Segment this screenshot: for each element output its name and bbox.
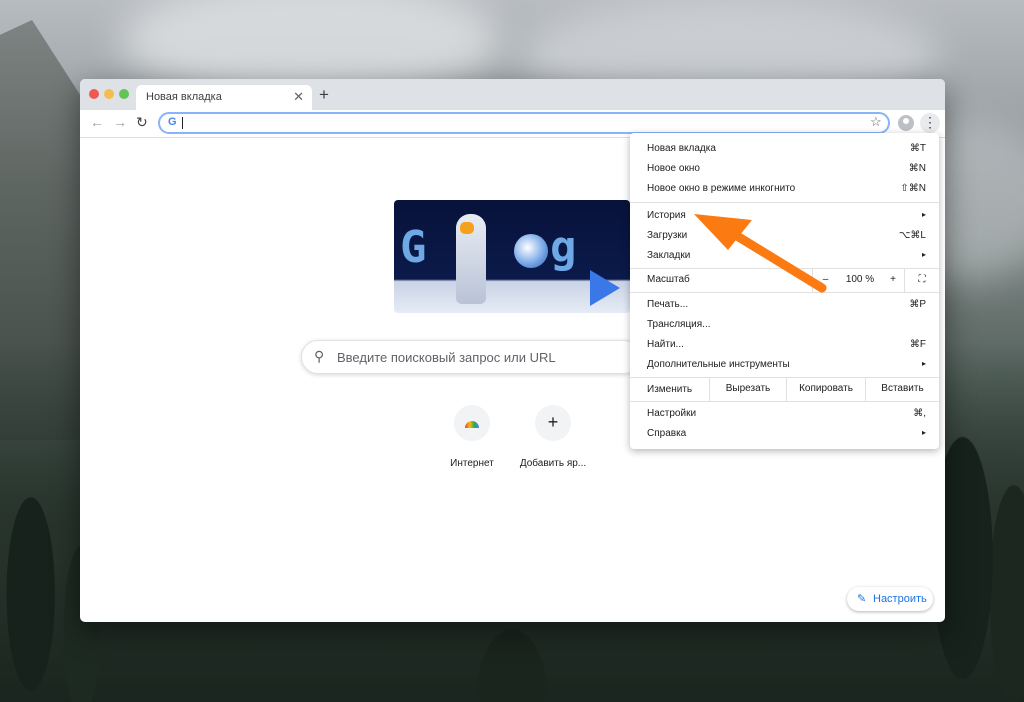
menu-divider [630, 401, 939, 402]
menu-item-settings[interactable]: Настройки ⌘, [630, 403, 939, 423]
close-window-button[interactable] [89, 89, 99, 99]
tab-new-tab[interactable]: Новая вкладка ✕ [136, 85, 312, 110]
menu-item-history[interactable]: История ▸ [630, 205, 939, 225]
zoom-value: 100 % [845, 274, 875, 285]
menu-item-new-window[interactable]: Новое окно ⌘N [630, 158, 939, 178]
address-bar[interactable]: G [158, 112, 890, 134]
menu-item-shortcut: ⌘T [909, 143, 926, 154]
menu-item-shortcut: ⇧⌘N [900, 183, 926, 194]
menu-item-incognito[interactable]: Новое окно в режиме инкогнито ⇧⌘N [630, 178, 939, 198]
menu-item-label: Дополнительные инструменты [647, 359, 790, 370]
customize-label: Настроить [873, 593, 927, 605]
menu-item-label: Новое окно в режиме инкогнито [647, 183, 796, 194]
shortcut-label: Интернет [450, 458, 494, 469]
search-input[interactable]: ⚲ Введите поисковый запрос или URL [301, 340, 641, 374]
kebab-icon[interactable]: ⋮ [920, 113, 940, 133]
search-icon: ⚲ [314, 348, 325, 364]
chevron-right-icon: ▸ [921, 428, 926, 437]
plus-icon[interactable]: + [319, 85, 329, 105]
edit-label: Изменить [647, 384, 693, 395]
menu-item-new-tab[interactable]: Новая вкладка ⌘T [630, 138, 939, 158]
menu-item-label: Трансляция... [647, 319, 711, 330]
shortcut-tile[interactable]: Интернет [427, 405, 517, 469]
menu-item-label: Найти... [647, 339, 684, 350]
menu-item-label: История [647, 210, 686, 221]
menu-item-downloads[interactable]: Загрузки ⌥⌘L [630, 225, 939, 245]
play-icon[interactable] [590, 270, 620, 306]
text-caret [182, 117, 183, 129]
chevron-right-icon: ▸ [921, 250, 926, 259]
reload-icon[interactable]: ↻ [136, 114, 148, 131]
tab-title: Новая вкладка [146, 91, 222, 103]
earth-globe [514, 234, 548, 268]
zoom-label: Масштаб [647, 274, 690, 285]
arrow-left-icon[interactable]: ← [90, 114, 104, 130]
cut-button[interactable]: Вырезать [709, 377, 786, 401]
plus-icon: + [535, 405, 571, 441]
search-placeholder: Введите поисковый запрос или URL [337, 350, 556, 365]
menu-item-more-tools[interactable]: Дополнительные инструменты ▸ [630, 354, 939, 374]
chevron-right-icon: ▸ [921, 359, 926, 368]
doodle-letters-gle: g [550, 222, 577, 273]
menu-item-label: Новое окно [647, 163, 700, 174]
menu-item-bookmarks[interactable]: Закладки ▸ [630, 245, 939, 265]
menu-item-label: Справка [647, 428, 687, 439]
customize-button[interactable]: ✎ Настроить [847, 587, 933, 611]
maximize-window-button[interactable] [119, 89, 129, 99]
menu-item-label: Закладки [647, 250, 691, 261]
menu-item-shortcut: ⌘F [909, 339, 926, 350]
menu-item-label: Печать... [647, 299, 689, 310]
shortcut-label: Добавить яр... [519, 458, 587, 469]
avatar-icon[interactable] [898, 115, 914, 131]
pencil-icon: ✎ [857, 593, 867, 605]
star-icon[interactable]: ☆ [870, 114, 882, 130]
close-icon[interactable]: ✕ [293, 89, 304, 105]
menu-item-label: Настройки [647, 408, 697, 419]
google-g-icon: G [168, 116, 177, 128]
menu-item-cast[interactable]: Трансляция... [630, 314, 939, 334]
arrow-right-icon[interactable]: → [113, 114, 127, 130]
zoom-out-button[interactable]: – [812, 268, 838, 292]
doodle-letter-g: G [400, 222, 427, 273]
menu-item-label: Новая вкладка [647, 143, 716, 154]
menu-item-print[interactable]: Печать... ⌘P [630, 294, 939, 314]
add-shortcut-tile[interactable]: + Добавить яр... [508, 405, 598, 469]
menu-item-help[interactable]: Справка ▸ [630, 423, 939, 443]
menu-item-find[interactable]: Найти... ⌘F [630, 334, 939, 354]
rainbow-icon [454, 405, 490, 441]
copy-button[interactable]: Копировать [786, 377, 865, 401]
google-doodle[interactable]: G g [394, 200, 630, 313]
chevron-right-icon: ▸ [921, 210, 926, 219]
menu-item-shortcut: ⌘P [909, 299, 926, 310]
menu-item-shortcut: ⌥⌘L [898, 230, 926, 241]
zoom-row: Масштаб – 100 % + ⛶ [630, 268, 939, 292]
fullscreen-icon[interactable]: ⛶ [904, 268, 939, 292]
zoom-in-button[interactable]: + [882, 268, 904, 292]
chrome-menu: Новая вкладка ⌘T Новое окно ⌘N Новое окн… [630, 133, 939, 449]
paste-button[interactable]: Вставить [865, 377, 939, 401]
menu-divider [630, 292, 939, 293]
astronaut-visor [460, 222, 474, 234]
menu-item-shortcut: ⌘N [908, 163, 926, 174]
minimize-window-button[interactable] [104, 89, 114, 99]
menu-item-label: Загрузки [647, 230, 688, 241]
tab-strip: Новая вкладка ✕ + [80, 79, 945, 110]
menu-divider [630, 202, 939, 203]
menu-item-shortcut: ⌘, [913, 408, 926, 419]
